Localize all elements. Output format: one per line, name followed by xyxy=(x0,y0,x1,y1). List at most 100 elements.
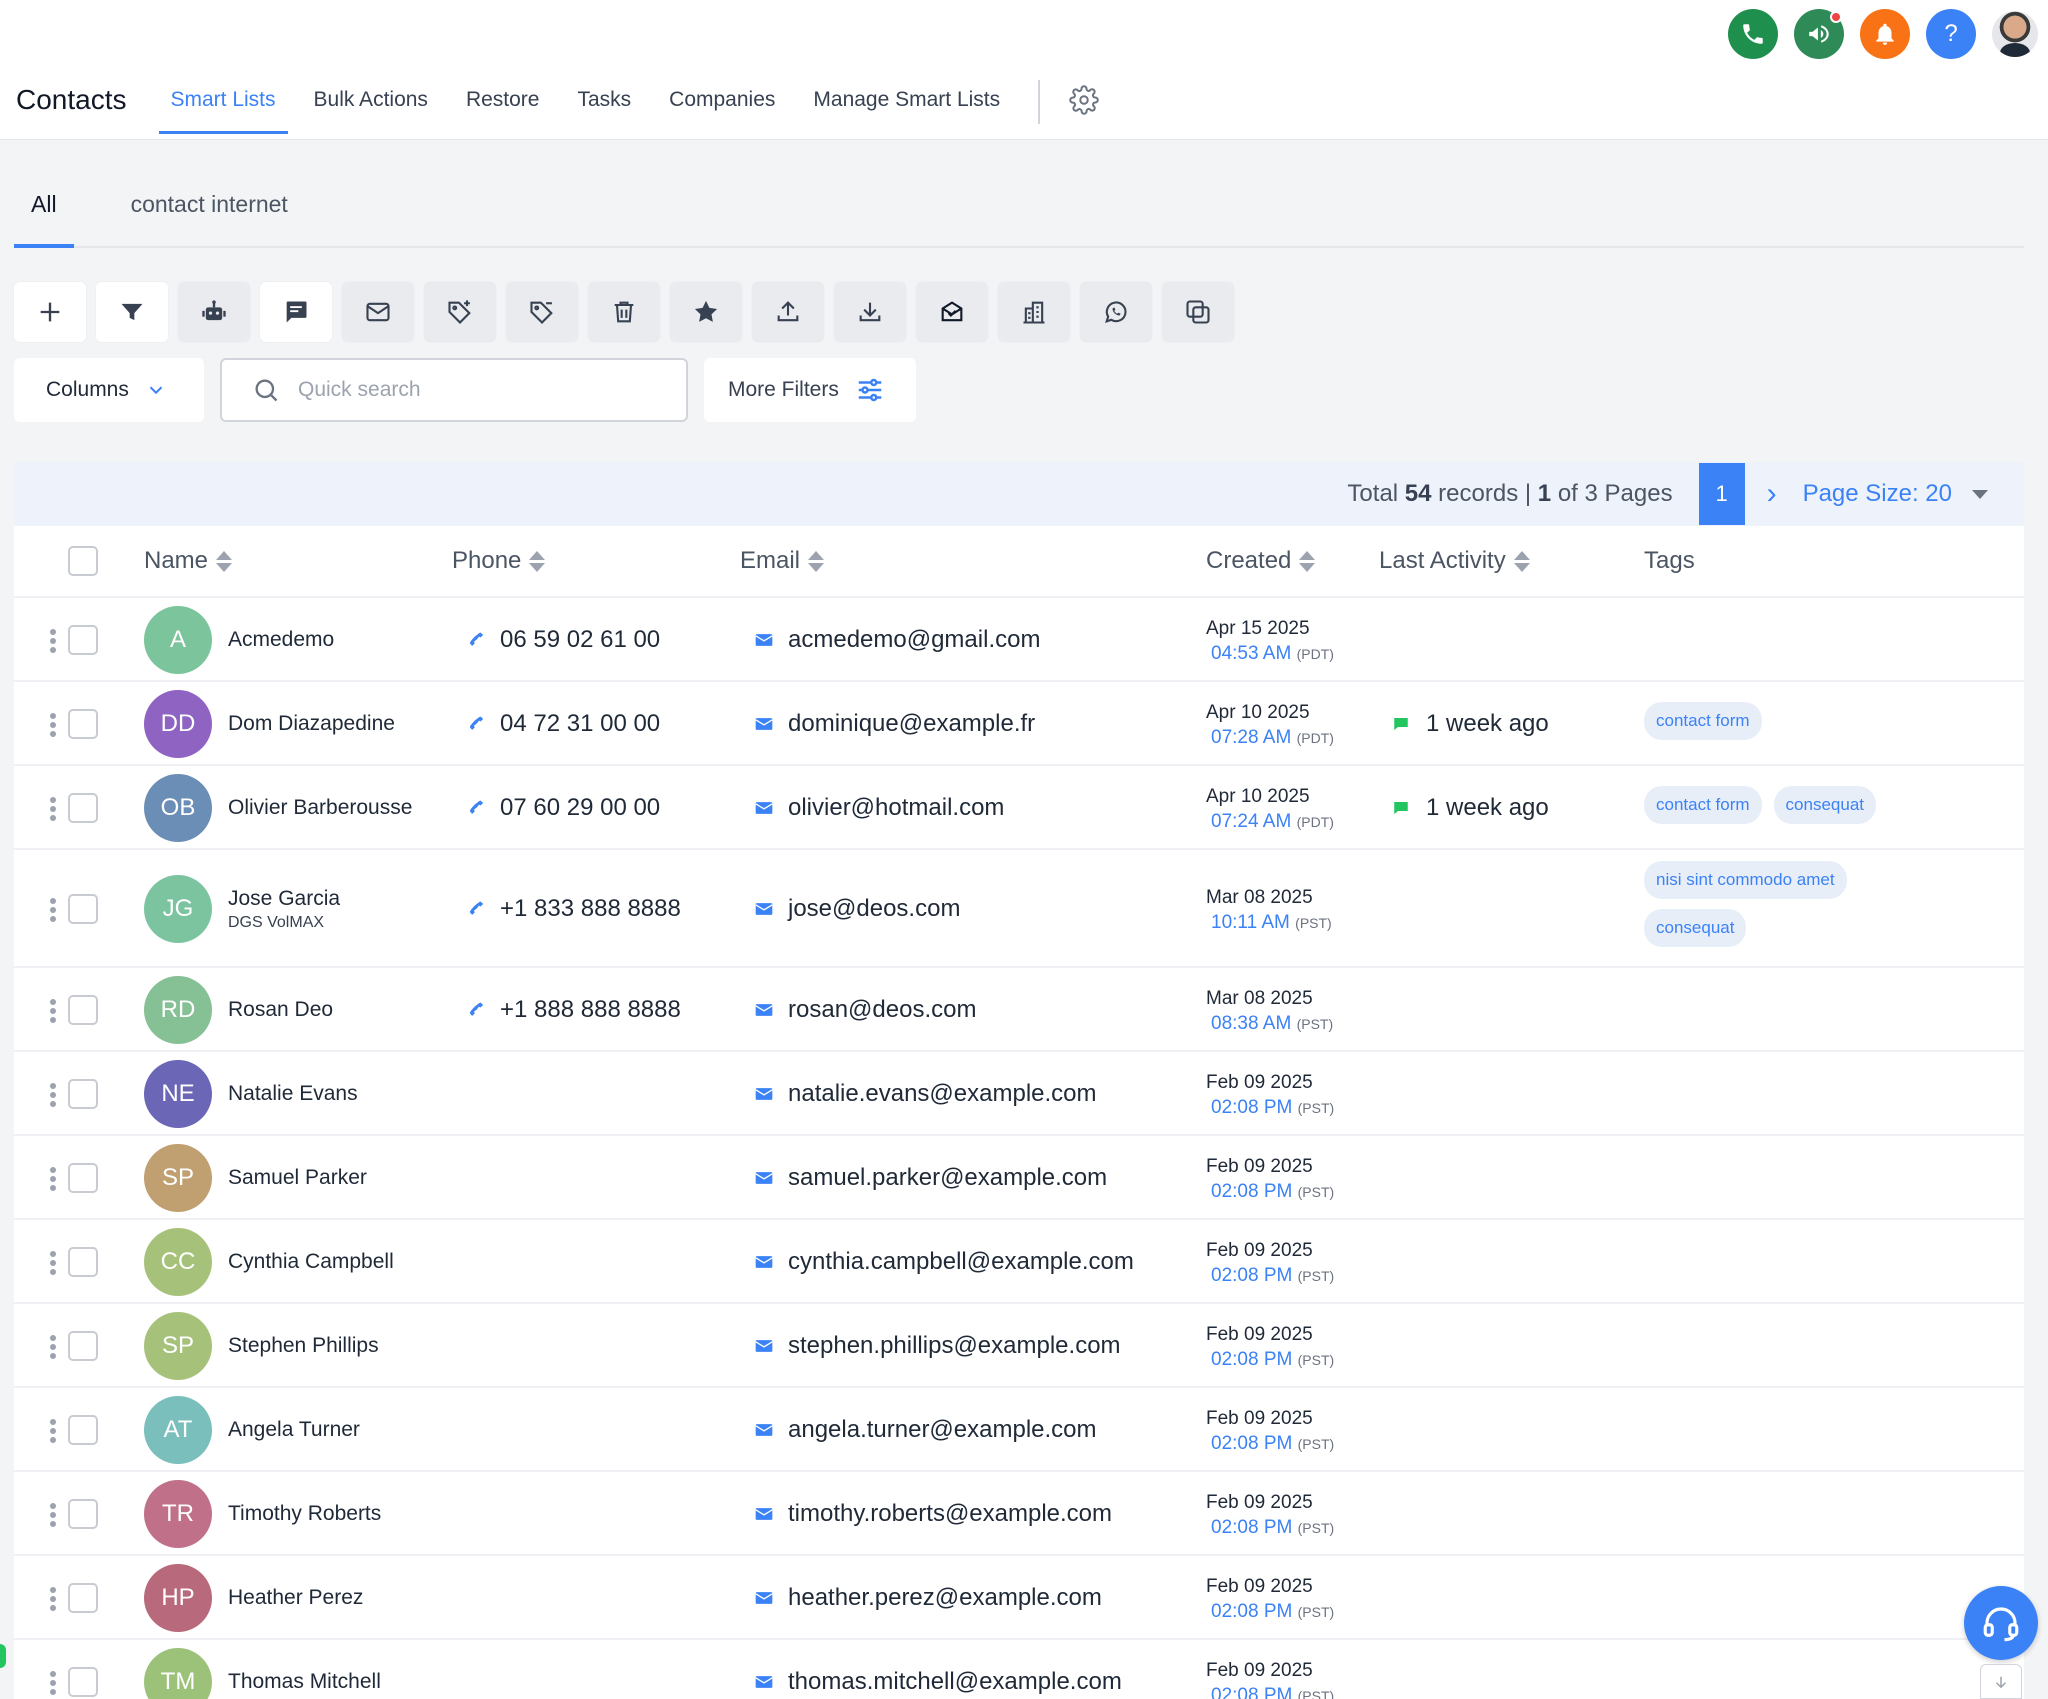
row-checkbox[interactable] xyxy=(68,1331,98,1361)
row-checkbox[interactable] xyxy=(68,1163,98,1193)
row-menu-icon[interactable] xyxy=(50,1500,58,1530)
import-button[interactable] xyxy=(834,282,906,342)
row-checkbox[interactable] xyxy=(68,1415,98,1445)
delete-button[interactable] xyxy=(588,282,660,342)
remove-tag-button[interactable] xyxy=(506,282,578,342)
contact-email[interactable]: jose@deos.com xyxy=(754,895,960,923)
columns-dropdown[interactable]: Columns xyxy=(14,358,204,422)
row-menu-icon[interactable] xyxy=(50,710,58,740)
add-contact-button[interactable] xyxy=(14,282,86,342)
export-button[interactable] xyxy=(752,282,824,342)
row-menu-icon[interactable] xyxy=(50,895,58,925)
row-menu-icon[interactable] xyxy=(50,1332,58,1362)
table-row[interactable]: TR Timothy Roberts timothy.roberts@example… xyxy=(14,1472,2024,1556)
contact-phone[interactable]: 04 72 31 00 00 xyxy=(466,710,660,738)
select-all-checkbox[interactable] xyxy=(68,546,98,576)
sort-icon[interactable] xyxy=(529,550,546,572)
contact-email[interactable]: acmedemo@gmail.com xyxy=(754,626,1040,654)
email-verify-button[interactable] xyxy=(916,282,988,342)
row-menu-icon[interactable] xyxy=(50,1080,58,1110)
support-chat-button[interactable] xyxy=(1964,1586,2038,1660)
tab-tasks[interactable]: Tasks xyxy=(577,72,631,134)
contact-name[interactable]: Thomas Mitchell xyxy=(228,1670,381,1694)
megaphone-icon[interactable] xyxy=(1794,9,1844,59)
page-size-caret-icon[interactable] xyxy=(1972,489,1988,499)
contact-phone[interactable]: +1 833 888 8888 xyxy=(466,895,681,923)
column-name[interactable]: Name xyxy=(144,547,233,575)
table-row[interactable]: A Acmedemo 06 59 02 61 00 acmedemo@gmail.co… xyxy=(14,598,2024,682)
contact-email[interactable]: timothy.roberts@example.com xyxy=(754,1500,1112,1528)
tab-smart-lists[interactable]: Smart Lists xyxy=(158,72,288,134)
row-checkbox[interactable] xyxy=(68,1667,98,1697)
row-checkbox[interactable] xyxy=(68,1247,98,1277)
page-size-select[interactable]: Page Size: 20 xyxy=(1803,480,1952,508)
contact-name[interactable]: Olivier Barberousse xyxy=(228,796,412,820)
sort-icon[interactable] xyxy=(1513,550,1530,572)
contact-name[interactable]: Jose Garcia DGS VolMAX xyxy=(228,887,340,932)
contact-email[interactable]: cynthia.campbell@example.com xyxy=(754,1248,1134,1276)
table-row[interactable]: NE Natalie Evans natalie.evans@example.com… xyxy=(14,1052,2024,1136)
next-page-button[interactable]: › xyxy=(1767,477,1777,511)
add-to-company-button[interactable] xyxy=(998,282,1070,342)
table-row[interactable]: TM Thomas Mitchell thomas.mitchell@example… xyxy=(14,1640,2024,1699)
row-checkbox[interactable] xyxy=(68,1499,98,1529)
contact-name[interactable]: Timothy Roberts xyxy=(228,1502,381,1526)
row-menu-icon[interactable] xyxy=(50,1164,58,1194)
row-menu-icon[interactable] xyxy=(50,626,58,656)
column-last-activity[interactable]: Last Activity xyxy=(1379,547,1530,575)
bell-icon[interactable] xyxy=(1860,9,1910,59)
row-checkbox[interactable] xyxy=(68,995,98,1025)
row-checkbox[interactable] xyxy=(68,709,98,739)
contact-name[interactable]: Acmedemo xyxy=(228,628,334,652)
settings-gear-icon[interactable] xyxy=(1066,72,1102,128)
contact-email[interactable]: heather.perez@example.com xyxy=(754,1584,1102,1612)
tab-bulk-actions[interactable]: Bulk Actions xyxy=(314,72,428,134)
tab-companies[interactable]: Companies xyxy=(669,72,775,134)
smart-list-tab-all[interactable]: All xyxy=(14,176,74,248)
row-menu-icon[interactable] xyxy=(50,1668,58,1698)
tab-restore[interactable]: Restore xyxy=(466,72,540,134)
phone-icon[interactable] xyxy=(1728,9,1778,59)
row-menu-icon[interactable] xyxy=(50,794,58,824)
user-avatar[interactable] xyxy=(1992,11,2038,57)
tag-chip[interactable]: consequat xyxy=(1773,786,1876,824)
sort-icon[interactable] xyxy=(808,550,825,572)
contact-name[interactable]: Stephen Phillips xyxy=(228,1334,379,1358)
more-filters-button[interactable]: More Filters xyxy=(704,358,916,422)
send-sms-button[interactable] xyxy=(260,282,332,342)
merge-button[interactable] xyxy=(1162,282,1234,342)
table-row[interactable]: OB Olivier Barberousse 07 60 29 00 00 olivi… xyxy=(14,766,2024,850)
tag-chip[interactable]: nisi sint commodo amet xyxy=(1644,861,1847,899)
column-email[interactable]: Email xyxy=(740,547,825,575)
contact-name[interactable]: Cynthia Campbell xyxy=(228,1250,394,1274)
page-1-button[interactable]: 1 xyxy=(1698,463,1745,525)
filter-button[interactable] xyxy=(96,282,168,342)
table-row[interactable]: AT Angela Turner angela.turner@example.com… xyxy=(14,1388,2024,1472)
contact-name[interactable]: Natalie Evans xyxy=(228,1082,358,1106)
row-menu-icon[interactable] xyxy=(50,1248,58,1278)
table-row[interactable]: SP Samuel Parker samuel.parker@example.com… xyxy=(14,1136,2024,1220)
row-checkbox[interactable] xyxy=(68,625,98,655)
tag-chip[interactable]: contact form xyxy=(1644,702,1762,740)
row-checkbox[interactable] xyxy=(68,1079,98,1109)
table-row[interactable]: DD Dom Diazapedine 04 72 31 00 00 dominique… xyxy=(14,682,2024,766)
scroll-down-button[interactable] xyxy=(1980,1664,2022,1699)
table-row[interactable]: RD Rosan Deo +1 888 888 8888 rosan@deos.com… xyxy=(14,968,2024,1052)
tag-chip[interactable]: consequat xyxy=(1644,909,1747,947)
sort-icon[interactable] xyxy=(216,550,233,572)
search-input[interactable] xyxy=(298,378,678,402)
contact-email[interactable]: natalie.evans@example.com xyxy=(754,1080,1097,1108)
row-checkbox[interactable] xyxy=(68,793,98,823)
table-row[interactable]: JG Jose Garcia DGS VolMAX +1 833 888 8888 jo… xyxy=(14,850,2024,968)
contact-email[interactable]: dominique@example.fr xyxy=(754,710,1035,738)
table-row[interactable]: SP Stephen Phillips stephen.phillips@examp… xyxy=(14,1304,2024,1388)
add-tag-button[interactable] xyxy=(424,282,496,342)
column-created[interactable]: Created xyxy=(1206,547,1316,575)
contact-email[interactable]: angela.turner@example.com xyxy=(754,1416,1097,1444)
whatsapp-button[interactable] xyxy=(1080,282,1152,342)
send-email-button[interactable] xyxy=(342,282,414,342)
contact-name[interactable]: Angela Turner xyxy=(228,1418,360,1442)
contact-email[interactable]: rosan@deos.com xyxy=(754,996,976,1024)
contact-name[interactable]: Heather Perez xyxy=(228,1586,363,1610)
row-menu-icon[interactable] xyxy=(50,1584,58,1614)
